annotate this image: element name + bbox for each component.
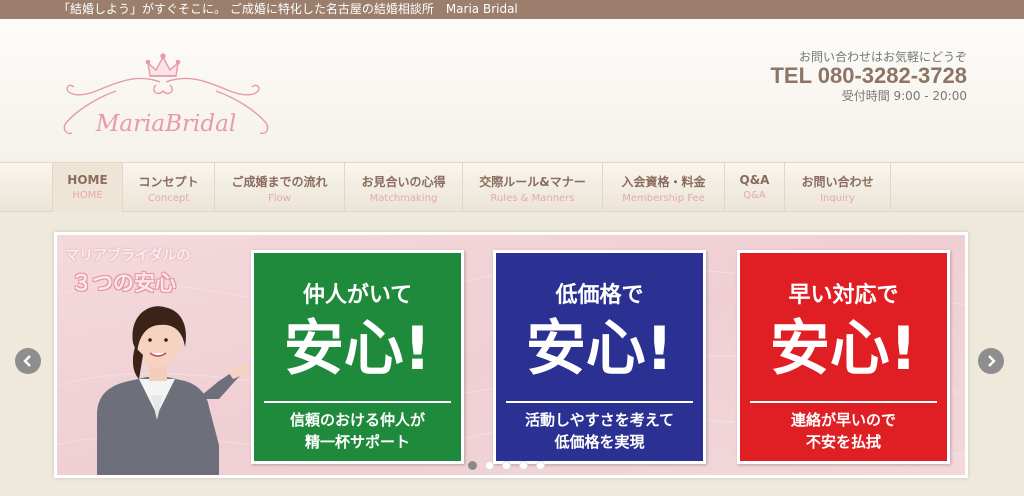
nav-item-label: 入会資格・料金 — [621, 175, 706, 189]
reassurance-panel-low-price: 低価格で 安心! 活動しやすさを考えて 低価格を実現 — [493, 250, 706, 464]
site-logo[interactable]: MariaBridal — [56, 51, 276, 151]
panel-main-text: 安心! — [769, 314, 918, 384]
hero-slider: マリアブライダルの ３つの安心 仲人がいて 安心! 信頼のおける仲人が 精一杯サ… — [54, 232, 968, 478]
panel-divider — [264, 401, 451, 403]
nav-item-sublabel: Concept — [147, 193, 190, 204]
nav-item-rules-manners[interactable]: 交際ルール&マナー Rules & Manners — [463, 163, 603, 212]
nav-item-sublabel: Rules & Manners — [490, 193, 575, 204]
reassurance-panel-fast-response: 早い対応で 安心! 連絡が早いので 不安を払拭 — [737, 250, 950, 464]
slider-dot[interactable] — [536, 461, 545, 470]
nav-item-sublabel: Membership Fee — [622, 193, 705, 204]
nav-item-sublabel: Flow — [268, 193, 291, 204]
nav-item-matchmaking[interactable]: お見合いの心得 Matchmaking — [345, 163, 463, 212]
panel-subtext-line2: 精一杯サポート — [304, 433, 410, 451]
slider-dot[interactable] — [485, 461, 494, 470]
panel-subtext: 信頼のおける仲人が 精一杯サポート — [254, 409, 461, 453]
panel-subtext: 連絡が早いので 不安を払拭 — [740, 409, 947, 453]
nav-item-label: コンセプト — [138, 175, 199, 189]
nav-item-sublabel: Inquiry — [820, 193, 855, 204]
panel-main-text: 安心! — [525, 314, 674, 384]
panel-title: 仲人がいて — [302, 283, 413, 308]
panel-main-text: 安心! — [283, 314, 432, 384]
reassurance-panel-matchmaker: 仲人がいて 安心! 信頼のおける仲人が 精一杯サポート — [251, 250, 464, 464]
panel-subtext-line2: 不安を払拭 — [805, 433, 881, 451]
nav-item-flow[interactable]: ご成婚までの流れ Flow — [215, 163, 345, 212]
slider-next-button[interactable] — [978, 348, 1004, 374]
nav-item-qa[interactable]: Q&A Q&A — [725, 163, 785, 212]
slide-heading-line1: マリアブライダルの — [65, 248, 191, 264]
nav-item-sublabel: Q&A — [743, 190, 766, 201]
slide-heading-line2: ３つの安心 — [71, 271, 176, 295]
nav-menu: HOME HOME コンセプト Concept ご成婚までの流れ Flow お見… — [52, 163, 891, 212]
nav-item-label: HOME — [67, 173, 108, 187]
nav-item-label: ご成婚までの流れ — [231, 175, 328, 189]
slider-prev-button[interactable] — [15, 348, 41, 374]
nav-item-concept[interactable]: コンセプト Concept — [123, 163, 215, 212]
chevron-left-icon — [23, 355, 31, 367]
nav-item-label: 交際ルール&マナー — [479, 175, 586, 189]
slider-dot[interactable] — [502, 461, 511, 470]
slide-three-reassurances[interactable]: マリアブライダルの ３つの安心 仲人がいて 安心! 信頼のおける仲人が 精一杯サ… — [57, 235, 965, 475]
top-bar: 「結婚しよう」がすぐそこに。 ご成婚に特化した名古屋の結婚相談所 Maria B… — [0, 0, 1024, 19]
site-header: MariaBridal お問い合わせはお気軽にどうぞ TEL 080-3282-… — [0, 19, 1024, 162]
slider-dot[interactable] — [468, 461, 477, 470]
nav-item-home[interactable]: HOME HOME — [53, 163, 123, 212]
nav-item-inquiry[interactable]: お問い合わせ Inquiry — [785, 163, 891, 212]
slider-pagination — [468, 461, 545, 471]
nav-item-label: お問い合わせ — [801, 175, 874, 189]
nav-item-sublabel: HOME — [72, 190, 103, 201]
panel-title: 低価格で — [555, 283, 644, 308]
crown-logo-icon: MariaBridal — [63, 53, 269, 137]
panel-subtext: 活動しやすさを考えて 低価格を実現 — [496, 409, 703, 453]
panel-subtext-line1: 連絡が早いので — [790, 411, 896, 429]
nav-item-label: お見合いの心得 — [361, 175, 446, 189]
global-nav: HOME HOME コンセプト Concept ご成婚までの流れ Flow お見… — [0, 162, 1024, 212]
panel-divider — [750, 401, 937, 403]
nav-item-sublabel: Matchmaking — [369, 193, 438, 204]
logo-text: MariaBridal — [95, 111, 236, 137]
nav-item-label: Q&A — [739, 173, 770, 187]
consultant-photo — [97, 306, 249, 475]
nav-item-membership-fee[interactable]: 入会資格・料金 Membership Fee — [603, 163, 725, 212]
panel-subtext-line2: 低価格を実現 — [554, 433, 645, 451]
site-tagline: 「結婚しよう」がすぐそこに。 ご成婚に特化した名古屋の結婚相談所 Maria B… — [58, 2, 518, 16]
panel-title: 早い対応で — [788, 283, 899, 308]
slider-dot[interactable] — [519, 461, 528, 470]
chevron-right-icon — [988, 355, 996, 367]
panel-subtext-line1: 活動しやすさを考えて — [524, 411, 675, 429]
business-hours: 受付時間 9:00 - 20:00 — [841, 89, 967, 103]
phone-number[interactable]: TEL 080-3282-3728 — [770, 63, 967, 89]
panel-divider — [506, 401, 693, 403]
panel-subtext-line1: 信頼のおける仲人が — [289, 411, 425, 429]
